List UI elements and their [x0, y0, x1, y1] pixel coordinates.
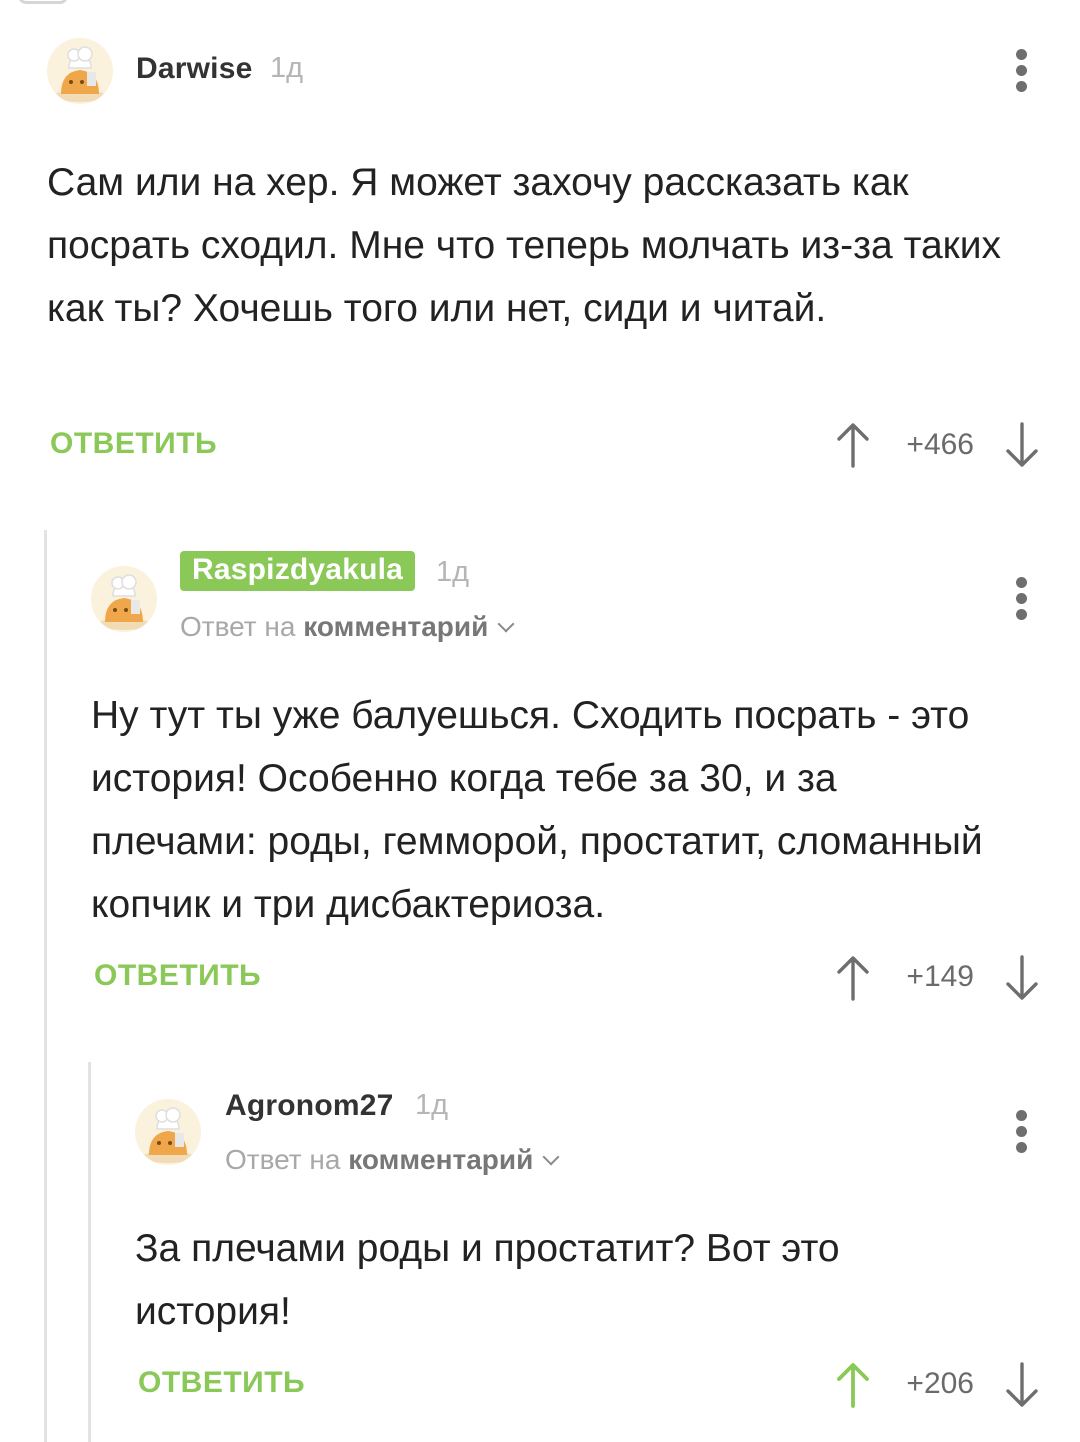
comment-age: 1д	[270, 52, 304, 84]
arrow-up-icon[interactable]	[836, 422, 870, 468]
more-vertical-icon[interactable]	[1016, 577, 1028, 620]
arrow-down-icon[interactable]	[1005, 955, 1039, 1001]
arrow-down-icon[interactable]	[1005, 422, 1039, 468]
comment-age: 1д	[415, 1089, 449, 1121]
chevron-down-icon[interactable]	[497, 615, 515, 633]
more-vertical-icon[interactable]	[1016, 49, 1028, 92]
reply-button[interactable]: ОТВЕТИТЬ	[138, 1366, 305, 1400]
comment-text: Ну тут ты уже балуешься. Сходить посрать…	[91, 694, 983, 926]
chef-cat-avatar-icon[interactable]	[47, 38, 113, 104]
arrow-up-icon[interactable]	[836, 955, 870, 1001]
vote-score: +206	[906, 1367, 974, 1400]
arrow-up-icon[interactable]	[836, 1362, 870, 1408]
thread-line-level-1[interactable]	[44, 530, 47, 1442]
thread-line-level-2[interactable]	[88, 1062, 91, 1442]
chevron-down-icon[interactable]	[542, 1148, 560, 1166]
comment-author[interactable]: Agronom27	[225, 1089, 394, 1123]
reply-button[interactable]: ОТВЕТИТЬ	[50, 427, 217, 461]
arrow-down-icon[interactable]	[1005, 1362, 1039, 1408]
chef-cat-avatar-icon[interactable]	[135, 1099, 201, 1165]
reply-to-link[interactable]: Ответ на комментарий	[180, 611, 515, 643]
vote-score: +466	[906, 428, 974, 461]
comment-age: 1д	[436, 556, 470, 588]
reply-to-target[interactable]: комментарий	[348, 1144, 533, 1175]
comment-text: Сам или на хер. Я может захочу рассказат…	[47, 161, 1002, 330]
chef-cat-avatar-icon[interactable]	[91, 566, 157, 632]
reply-button[interactable]: ОТВЕТИТЬ	[94, 959, 261, 993]
reply-to-target[interactable]: комментарий	[303, 611, 488, 642]
reply-to-link[interactable]: Ответ на комментарий	[225, 1144, 560, 1176]
more-vertical-icon[interactable]	[1016, 1110, 1028, 1153]
previous-item-edge	[18, 0, 68, 4]
vote-score: +149	[906, 960, 974, 993]
comment-author[interactable]: Darwise	[136, 52, 252, 86]
comment-author[interactable]: Raspizdyakula	[180, 551, 416, 591]
reply-to-prefix: Ответ на	[180, 611, 296, 642]
reply-to-prefix: Ответ на	[225, 1144, 341, 1175]
comment-text: За плечами роды и простатит? Вот это ист…	[135, 1227, 840, 1333]
